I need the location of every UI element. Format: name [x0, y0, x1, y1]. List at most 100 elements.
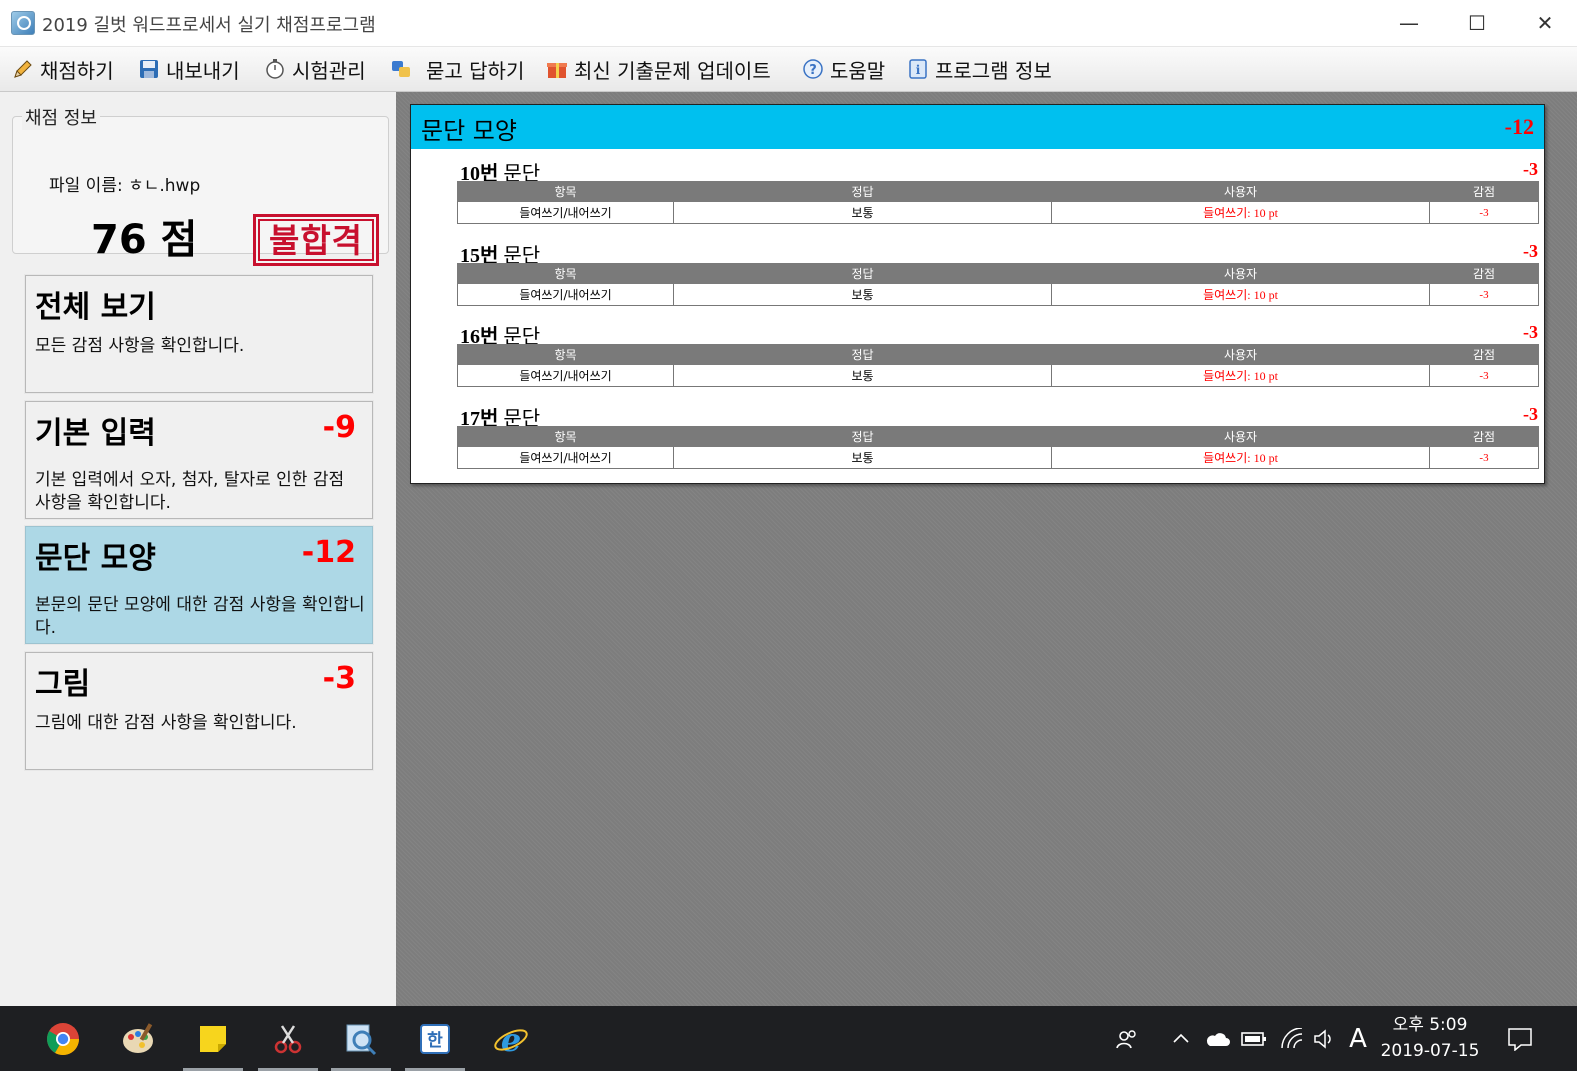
paragraph-section: 10번 문단 -3 항목 정답 사용자 감점 들여쓰기/내어쓰기 보통 들여쓰기…: [456, 157, 1539, 235]
title-bar: 2019 길벗 워드프로세서 실기 채점프로그램 — ☐ ✕: [0, 0, 1577, 47]
cell-deduct: -3: [1429, 201, 1539, 224]
internet-explorer-icon[interactable]: e: [481, 1006, 541, 1071]
col-deduct: 감점: [1429, 181, 1539, 202]
ime-indicator[interactable]: A: [1344, 1006, 1372, 1071]
report-header: 문단 모양 -12: [411, 105, 1544, 149]
close-button[interactable]: ✕: [1511, 0, 1577, 46]
people-icon[interactable]: [1110, 1006, 1144, 1071]
snipping-tool-icon[interactable]: [258, 1006, 318, 1071]
cell-item: 들여쓰기/내어쓰기: [457, 446, 674, 469]
file-name: 파일 이름: ㅎㄴ.hwp: [49, 176, 201, 196]
col-deduct: 감점: [1429, 426, 1539, 447]
table-row: 들여쓰기/내어쓰기 보통 들여쓰기: 10 pt -3: [457, 446, 1539, 469]
hwp-icon[interactable]: 한: [405, 1006, 465, 1071]
cell-user: 들여쓰기: 10 pt: [1051, 364, 1430, 387]
cell-user: 들여쓰기: 10 pt: [1051, 283, 1430, 306]
paint-icon[interactable]: [108, 1006, 168, 1071]
chrome-icon[interactable]: [33, 1006, 93, 1071]
table-header: 항목 정답 사용자 감점: [457, 344, 1539, 365]
menu-update[interactable]: 최신 기출문제 업데이트: [546, 55, 771, 83]
notification-icon[interactable]: [1500, 1006, 1540, 1071]
table-row: 들여쓰기/내어쓰기 보통 들여쓰기: 10 pt -3: [457, 283, 1539, 306]
window-title: 2019 길벗 워드프로세서 실기 채점프로그램: [42, 15, 376, 36]
card-deduction: -9: [322, 410, 356, 445]
fail-stamp: 불합격: [253, 214, 379, 266]
menu-exam-manage[interactable]: 시험관리: [264, 55, 366, 83]
col-item: 항목: [457, 263, 674, 284]
menu-program-info-label: 프로그램 정보: [935, 58, 1052, 83]
card-description: 모든 감점 사항을 확인합니다.: [35, 336, 245, 356]
col-user: 사용자: [1051, 181, 1430, 202]
svg-text:e: e: [501, 1021, 521, 1057]
table-header: 항목 정답 사용자 감점: [457, 263, 1539, 284]
wifi-icon[interactable]: [1276, 1006, 1308, 1071]
col-deduct: 감점: [1429, 344, 1539, 365]
gift-icon: [546, 58, 568, 80]
minimize-button[interactable]: —: [1375, 0, 1443, 46]
maximize-button[interactable]: ☐: [1443, 0, 1511, 46]
clock-date: 2019-07-15: [1380, 1041, 1480, 1061]
menu-qa[interactable]: 묻고 답하기: [390, 55, 524, 83]
battery-icon[interactable]: [1238, 1006, 1270, 1071]
menu-export[interactable]: 내보내기: [138, 55, 240, 83]
category-card-paragraph-shape[interactable]: 문단 모양 -12 본문의 문단 모양에 대한 감점 사항을 확인합니다.: [25, 526, 373, 644]
card-deduction: -12: [301, 535, 356, 570]
info-icon: i: [907, 58, 929, 80]
table-row: 들여쓰기/내어쓰기 보통 들여쓰기: 10 pt -3: [457, 201, 1539, 224]
menu-grade-label: 채점하기: [40, 58, 114, 83]
cell-item: 들여쓰기/내어쓰기: [457, 364, 674, 387]
onedrive-icon[interactable]: [1201, 1006, 1233, 1071]
cell-answer: 보통: [673, 283, 1052, 306]
cell-item: 들여쓰기/내어쓰기: [457, 283, 674, 306]
col-user: 사용자: [1051, 263, 1430, 284]
card-deduction: -3: [322, 661, 356, 696]
category-card-picture[interactable]: 그림 -3 그림에 대한 감점 사항을 확인합니다.: [25, 652, 373, 770]
card-description: 기본 입력에서 오자, 첨자, 탈자로 인한 감점 사항을 확인합니다.: [35, 470, 345, 513]
sticky-notes-icon[interactable]: [183, 1006, 243, 1071]
cell-user: 들여쓰기: 10 pt: [1051, 201, 1430, 224]
paragraph-section: 15번 문단 -3 항목 정답 사용자 감점 들여쓰기/내어쓰기 보통 들여쓰기…: [456, 239, 1539, 317]
grading-program-icon[interactable]: [331, 1006, 391, 1071]
menu-program-info[interactable]: i 프로그램 정보: [907, 55, 1052, 83]
col-item: 항목: [457, 344, 674, 365]
cell-answer: 보통: [673, 446, 1052, 469]
category-card-all[interactable]: 전체 보기 모든 감점 사항을 확인합니다.: [25, 275, 373, 393]
deduction-table: 항목 정답 사용자 감점 들여쓰기/내어쓰기 보통 들여쓰기: 10 pt -3: [457, 181, 1539, 224]
deduction-table: 항목 정답 사용자 감점 들여쓰기/내어쓰기 보통 들여쓰기: 10 pt -3: [457, 344, 1539, 387]
menu-grade[interactable]: 채점하기: [12, 55, 114, 83]
clock-time: 오후 5:09: [1392, 1015, 1468, 1035]
table-row: 들여쓰기/내어쓰기 보통 들여쓰기: 10 pt -3: [457, 364, 1539, 387]
menu-export-label: 내보내기: [166, 58, 240, 83]
col-answer: 정답: [673, 263, 1052, 284]
cell-user: 들여쓰기: 10 pt: [1051, 446, 1430, 469]
volume-icon[interactable]: [1308, 1006, 1340, 1071]
clock[interactable]: 오후 5:09 2019-07-15: [1375, 1012, 1485, 1064]
col-item: 항목: [457, 181, 674, 202]
menu-qa-label: 묻고 답하기: [426, 58, 525, 83]
cell-deduct: -3: [1429, 446, 1539, 469]
menu-bar: 채점하기 내보내기 시험관리 묻고 답하기 최신 기출문제 업데이트 ? 도움말…: [0, 47, 1577, 92]
col-item: 항목: [457, 426, 674, 447]
cell-item: 들여쓰기/내어쓰기: [457, 201, 674, 224]
deduction-table: 항목 정답 사용자 감점 들여쓰기/내어쓰기 보통 들여쓰기: 10 pt -3: [457, 263, 1539, 306]
cell-answer: 보통: [673, 201, 1052, 224]
report-title: 문단 모양: [421, 117, 517, 145]
menu-help[interactable]: ? 도움말: [802, 55, 885, 83]
col-user: 사용자: [1051, 426, 1430, 447]
menu-exam-manage-label: 시험관리: [292, 58, 366, 83]
category-card-basic-input[interactable]: 기본 입력 -9 기본 입력에서 오자, 첨자, 탈자로 인한 감점 사항을 확…: [25, 401, 373, 519]
taskbar: 한 e A 오후 5:09 2019-07-15: [0, 1006, 1577, 1071]
chevron-up-icon[interactable]: [1166, 1006, 1196, 1071]
col-answer: 정답: [673, 181, 1052, 202]
grading-info-group: 파일 이름: ㅎㄴ.hwp 76 점 불합격: [12, 116, 389, 266]
card-title: 기본 입력: [35, 416, 156, 451]
score-value: 76 점: [91, 217, 198, 263]
qa-icon: [390, 58, 412, 80]
left-panel: 파일 이름: ㅎㄴ.hwp 76 점 불합격 채점 정보 전체 보기 모든 감점…: [0, 92, 396, 1006]
section-deduction: -3: [1523, 241, 1538, 261]
paragraph-section: 17번 문단 -3 항목 정답 사용자 감점 들여쓰기/내어쓰기 보통 들여쓰기…: [456, 402, 1539, 480]
col-deduct: 감점: [1429, 263, 1539, 284]
report-view[interactable]: 문단 모양 -12 10번 문단 -3 항목 정답 사용자 감점 들여쓰기/내어…: [396, 92, 1577, 1006]
section-deduction: -3: [1523, 159, 1538, 179]
app-icon: [11, 11, 35, 35]
